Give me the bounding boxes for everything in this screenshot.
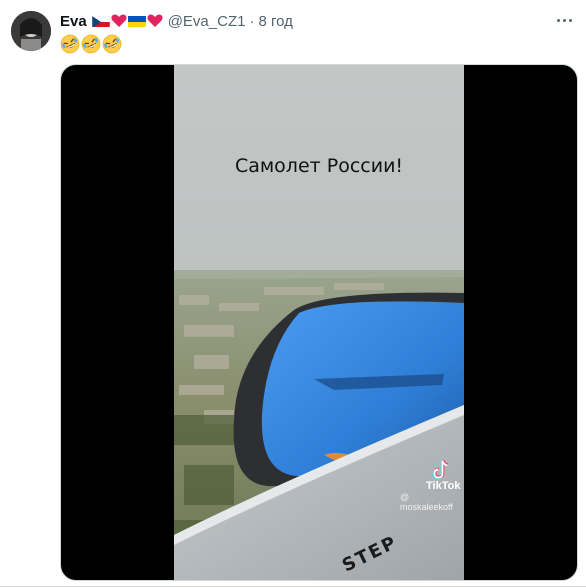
rofl-emoji-icon bbox=[81, 34, 101, 54]
rofl-emoji-icon bbox=[60, 34, 80, 54]
tweet-timestamp[interactable]: 8 год bbox=[258, 13, 292, 30]
video-frame[interactable]: STEP Самолет России! TikTok @ moskaleeko… bbox=[174, 65, 464, 580]
ukraine-flag-icon bbox=[127, 15, 146, 27]
tweet-media[interactable]: STEP Самолет России! TikTok @ moskaleeko… bbox=[60, 64, 578, 581]
tweet-divider bbox=[0, 586, 586, 587]
author-name[interactable]: Eva bbox=[60, 13, 87, 30]
tweet-text bbox=[60, 34, 122, 56]
tweet-header: Eva @Eva_CZ1 · 8 год bbox=[60, 11, 293, 31]
author-handle[interactable]: @Eva_CZ1 bbox=[168, 13, 246, 30]
red-heart-icon bbox=[111, 14, 127, 28]
video-caption: Самолет России! bbox=[234, 155, 404, 177]
avatar-image bbox=[11, 11, 51, 51]
name-emoji-group bbox=[91, 14, 163, 28]
rofl-emoji-icon bbox=[102, 34, 122, 54]
tiktok-watermark: TikTok bbox=[426, 480, 461, 492]
more-options-icon[interactable] bbox=[554, 10, 574, 30]
czech-flag-icon bbox=[91, 15, 110, 27]
tiktok-logo-icon bbox=[432, 459, 449, 480]
separator-dot: · bbox=[249, 12, 255, 30]
red-heart-icon bbox=[147, 14, 163, 28]
avatar[interactable] bbox=[11, 11, 51, 51]
tiktok-username: @ moskaleekoff bbox=[400, 492, 453, 512]
